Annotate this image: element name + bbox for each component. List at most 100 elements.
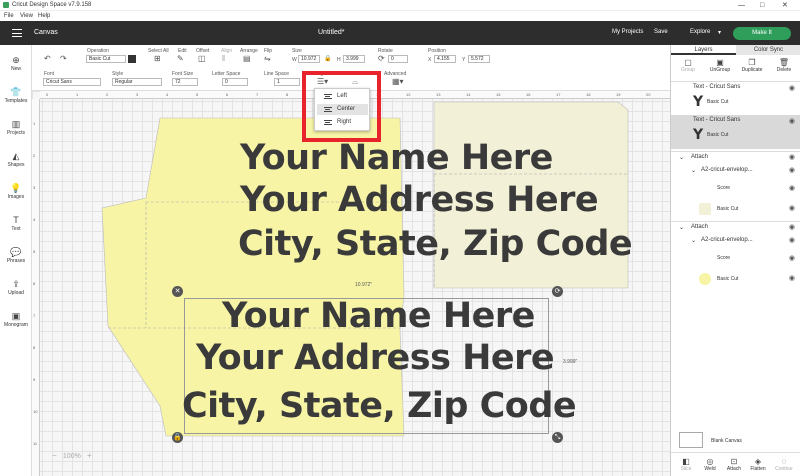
align-icon[interactable]: ⫴ [222,55,225,63]
zoom-out-button[interactable]: − [52,451,57,460]
ungroup-button[interactable]: ▣ UnGroup [707,58,733,73]
delete-handle-close-icon[interactable]: ✕ [172,286,183,297]
font-select[interactable]: Cricut Sans [43,78,101,86]
eye-icon[interactable]: ◉ [789,223,795,231]
weld-button[interactable]: ◎ Weld [697,457,723,472]
lock-icon[interactable]: 🔒 [324,55,331,63]
machine-select[interactable]: Explore [690,29,710,35]
sidebar-item-images[interactable]: 💡 Images [0,183,32,200]
style-select[interactable]: Regular [112,78,162,86]
sidebar-item-new[interactable]: ⊕ New [0,55,32,72]
duplicate-button[interactable]: ❐ Duplicate [739,58,765,73]
size-width-input[interactable]: 10.972 [298,55,320,63]
make-it-button[interactable]: Make It [733,27,791,40]
address-text-selected-line3[interactable]: City, State, Zip Code [182,386,577,426]
sidebar-item-phrases[interactable]: 💬 Phrases [0,247,32,264]
attach-group-row[interactable]: ⌄ Attach ◉ [671,151,800,163]
slice-button[interactable]: ◧ Slice [673,457,699,472]
letter-space-input[interactable]: 0 [222,78,248,86]
flip-icon[interactable]: ⇋ [264,55,271,63]
ruler-tick-label: 9 [33,377,36,382]
address-text-top-line1[interactable]: Your Name Here [240,138,553,178]
blank-canvas-label: Blank Canvas [711,438,742,444]
attach-button[interactable]: ⊡ Attach [721,457,747,472]
menu-help[interactable]: Help [38,11,50,21]
envelope-group-row[interactable]: ⌄ A2-cricut-envelop... ◉ [671,235,800,247]
position-x-input[interactable]: 4.155 [434,55,456,63]
redo-icon[interactable]: ↷ [60,55,67,63]
resize-handle-icon[interactable]: ⤡ [552,432,563,443]
eye-icon[interactable]: ◉ [789,84,795,92]
color-swatch[interactable] [128,55,136,63]
menu-view[interactable]: View [20,11,33,21]
layer-row[interactable]: Score ◉ [671,179,800,199]
offset-icon[interactable]: ◫ [198,55,206,63]
group-button[interactable]: ▢ Group [675,58,701,73]
menu-file[interactable]: File [4,11,14,21]
position-y-input[interactable]: 5.572 [468,55,490,63]
delete-button[interactable]: 🗑 Delete [771,58,797,73]
eye-icon[interactable]: ◉ [789,184,795,192]
folder-icon: ▥ [11,119,21,129]
edit-icon[interactable]: ✎ [177,55,184,63]
size-height-input[interactable]: 3.999 [343,55,365,63]
flatten-button[interactable]: ◈ Flatten [745,457,771,472]
ruler-tick-label: 16 [526,92,531,97]
eye-icon[interactable]: ◉ [789,236,795,244]
chevron-down-icon[interactable]: ⌄ [679,154,684,161]
blank-canvas-swatch[interactable] [679,432,703,448]
address-text-selected-line1[interactable]: Your Name Here [222,296,535,336]
eye-icon[interactable]: ◉ [789,166,795,174]
font-size-input[interactable]: 72 [172,78,198,86]
sidebar-item-templates[interactable]: 👕 Templates [0,87,32,104]
chevron-down-icon[interactable]: ⌄ [679,224,684,231]
layer-row[interactable]: Score ◉ [671,249,800,269]
attach-group-row[interactable]: ⌄ Attach ◉ [671,221,800,233]
rotate-input[interactable]: 0 [388,55,408,63]
color-swatch[interactable] [699,273,711,285]
eye-icon[interactable]: ◉ [789,153,795,161]
eye-icon[interactable]: ◉ [789,204,795,212]
layer-row[interactable]: Basic Cut ◉ [671,269,800,289]
sidebar-item-projects[interactable]: ▥ Projects [0,119,32,136]
color-swatch[interactable] [699,203,711,215]
group-icon: ▢ [684,58,692,67]
rotate-handle-icon[interactable]: ⟳ [552,286,563,297]
sidebar-item-text[interactable]: T Text [0,215,32,232]
maximize-button[interactable]: □ [760,0,764,11]
operation-select[interactable]: Basic Cut [86,55,126,63]
hamburger-menu-icon[interactable] [12,29,22,37]
chevron-down-icon[interactable]: ▾ [718,29,721,36]
sidebar-item-shapes[interactable]: ◭ Shapes [0,151,32,168]
address-text-top-line2[interactable]: Your Address Here [240,180,599,220]
eye-icon[interactable]: ◉ [789,274,795,282]
my-projects-link[interactable]: My Projects [612,29,643,35]
eye-icon[interactable]: ◉ [789,117,795,125]
select-all-icon[interactable]: ⊞ [154,55,161,63]
close-window-button[interactable]: ✕ [782,0,788,11]
sidebar-item-monogram[interactable]: ▣ Monogram [0,311,32,328]
lock-handle-icon[interactable]: 🔒 [172,432,183,443]
address-text-top-line3[interactable]: City, State, Zip Code [238,224,633,264]
zoom-in-button[interactable]: + [87,451,92,460]
tab-layers[interactable]: Layers [671,45,736,55]
address-text-selected-line2[interactable]: Your Address Here [196,338,555,378]
tab-color-sync[interactable]: Color Sync [736,45,800,55]
save-link[interactable]: Save [654,29,668,35]
chevron-down-icon[interactable]: ⌄ [691,237,696,244]
envelope-group-row[interactable]: ⌄ A2-cricut-envelop... ◉ [671,165,800,177]
advanced-dropdown[interactable]: ▦▾ [392,78,404,86]
line-space-input[interactable]: 1 [274,78,300,86]
layer-row[interactable]: Basic Cut ◉ [671,199,800,219]
undo-icon[interactable]: ↶ [44,55,51,63]
shapes-icon: ◭ [12,151,20,161]
minimize-button[interactable]: — [738,0,745,11]
layer-row[interactable]: Text - Cricut Sans ◉ Y Basic Cut [671,81,800,115]
eye-icon[interactable]: ◉ [789,254,795,262]
layer-row-selected[interactable]: Text - Cricut Sans ◉ Y Basic Cut [671,115,800,149]
flatten-icon: ◈ [754,457,762,466]
arrange-icon[interactable]: ▤ [243,55,251,63]
sidebar-item-upload[interactable]: ⇪ Upload [0,279,32,296]
chevron-down-icon[interactable]: ⌄ [691,167,696,174]
contour-button[interactable]: ◌ Contour [771,457,797,472]
